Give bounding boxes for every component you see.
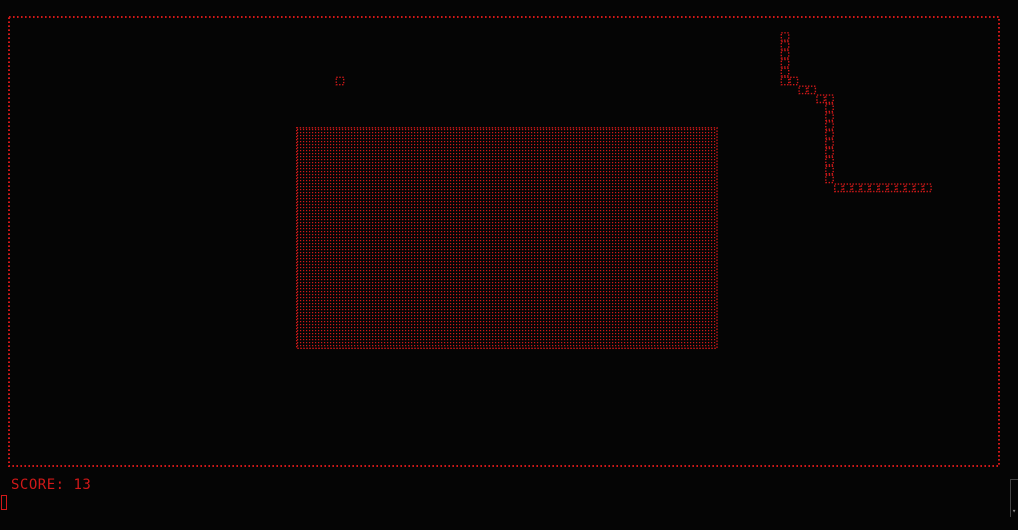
snake-segment — [780, 76, 790, 86]
snake-segment — [825, 174, 834, 184]
score-display: SCORE: 13 — [11, 477, 92, 493]
obstacle-block — [296, 127, 718, 350]
snake-segment — [825, 94, 834, 104]
terminal-cursor — [1, 495, 7, 510]
snake-segment — [825, 147, 834, 157]
snake-segment — [789, 76, 799, 86]
snake-segment — [825, 138, 834, 148]
snake-segment — [923, 183, 932, 193]
snake-segment — [851, 183, 861, 193]
snake-segment — [834, 183, 843, 193]
snake-segment — [825, 112, 834, 122]
snake-segment — [825, 165, 834, 175]
snake-segment — [869, 183, 879, 193]
snake-segment — [825, 103, 834, 113]
snake-segment — [825, 129, 834, 139]
snake-segment — [842, 183, 852, 193]
snake-segment — [905, 183, 915, 193]
snake-segment — [780, 67, 790, 77]
snake-segment — [816, 94, 826, 104]
terminal-screen: SCORE: 13 ▾ — [0, 0, 1018, 530]
snake-segment — [807, 85, 817, 95]
snake-segment — [780, 49, 790, 59]
game-board — [8, 16, 1000, 467]
snake-segment — [780, 41, 790, 50]
snake-segment — [798, 85, 808, 95]
snake-segment — [860, 183, 870, 193]
snake-segment — [780, 58, 790, 68]
snake-segment — [914, 183, 923, 193]
snake-segment — [825, 156, 834, 166]
snake-segment — [825, 121, 834, 130]
food-pellet — [335, 76, 345, 86]
snake-segment — [887, 183, 897, 193]
snake-head — [780, 32, 790, 41]
snake-segment — [896, 183, 906, 193]
scroll-down-arrow-icon[interactable]: ▾ — [1012, 508, 1016, 515]
snake-segment — [878, 183, 888, 193]
